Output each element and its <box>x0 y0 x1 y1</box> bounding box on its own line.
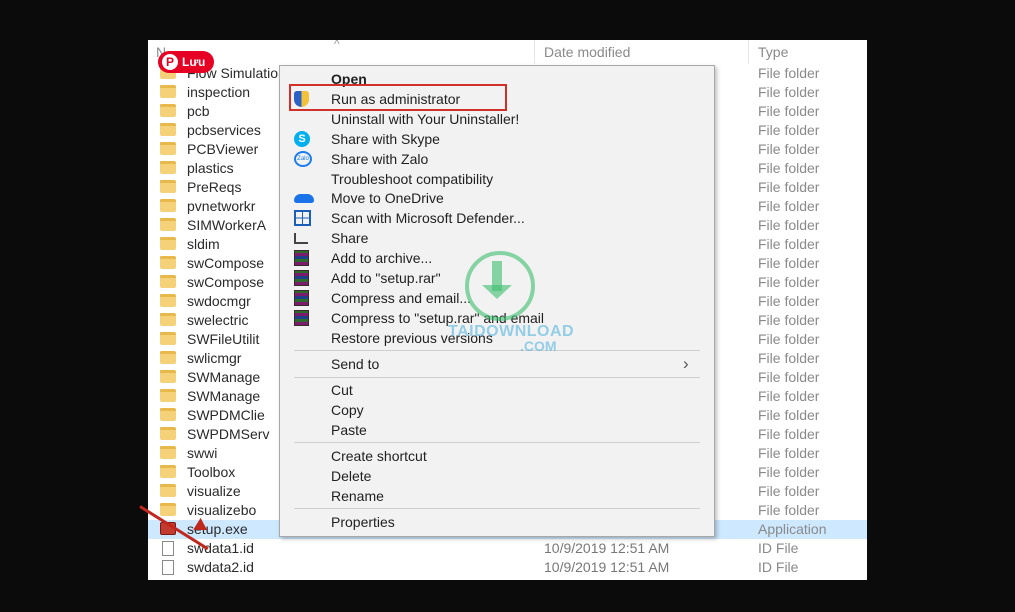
menu-item-copy[interactable]: Copy <box>280 400 714 420</box>
menu-item-move-onedrive[interactable]: Move to OneDrive <box>280 188 714 208</box>
folder-icon <box>160 408 176 421</box>
menu-item-uninstall[interactable]: Uninstall with Your Uninstaller! <box>280 109 714 129</box>
folder-icon <box>160 85 176 98</box>
folder-icon <box>160 446 176 459</box>
menu-item-share-skype[interactable]: S Share with Skype <box>280 129 714 149</box>
folder-icon <box>160 180 176 193</box>
menu-item-share-zalo[interactable]: Zalo Share with Zalo <box>280 149 714 169</box>
menu-separator <box>294 377 700 378</box>
folder-icon <box>160 199 176 212</box>
file-icon <box>162 560 174 575</box>
folder-icon <box>160 161 176 174</box>
winrar-icon <box>294 250 309 266</box>
column-divider <box>534 40 535 64</box>
menu-item-compress-email[interactable]: Compress and email... <box>280 288 714 308</box>
folder-icon <box>160 503 176 516</box>
menu-item-create-shortcut[interactable]: Create shortcut <box>280 446 714 466</box>
winrar-icon <box>294 310 309 326</box>
folder-icon <box>160 104 176 117</box>
menu-item-rename[interactable]: Rename <box>280 486 714 506</box>
onedrive-icon <box>294 194 314 203</box>
menu-item-delete[interactable]: Delete <box>280 466 714 486</box>
menu-item-restore-versions[interactable]: Restore previous versions <box>280 328 714 348</box>
folder-icon <box>160 237 176 250</box>
highlight-box <box>289 84 507 111</box>
menu-separator <box>294 350 700 351</box>
menu-item-cut[interactable]: Cut <box>280 380 714 400</box>
menu-separator <box>294 442 700 443</box>
context-menu: Open Run as administrator Uninstall with… <box>279 65 715 537</box>
sort-caret-icon: ^ <box>334 40 340 51</box>
menu-item-add-to-archive[interactable]: Add to archive... <box>280 248 714 268</box>
folder-icon <box>160 142 176 155</box>
folder-icon <box>160 275 176 288</box>
pinterest-icon: P <box>162 54 178 70</box>
folder-icon <box>160 123 176 136</box>
winrar-icon <box>294 270 309 286</box>
pinterest-save-button[interactable]: P Lưu <box>158 51 214 73</box>
file-icon <box>162 541 174 556</box>
folder-icon <box>160 332 176 345</box>
folder-icon <box>160 427 176 440</box>
folder-icon <box>160 313 176 326</box>
folder-icon <box>160 465 176 478</box>
folder-icon <box>160 218 176 231</box>
menu-item-share[interactable]: Share <box>280 228 714 248</box>
menu-item-paste[interactable]: Paste <box>280 420 714 440</box>
folder-icon <box>160 389 176 402</box>
menu-item-compress-setup-email[interactable]: Compress to "setup.rar" and email <box>280 308 714 328</box>
menu-item-add-to-setup-rar[interactable]: Add to "setup.rar" <box>280 268 714 288</box>
folder-icon <box>160 294 176 307</box>
skype-icon: S <box>294 131 310 147</box>
menu-item-troubleshoot[interactable]: Troubleshoot compatibility <box>280 169 714 189</box>
menu-separator <box>294 508 700 509</box>
folder-icon <box>160 256 176 269</box>
file-row[interactable]: swdata1.id 10/9/2019 12:51 AM ID File <box>148 539 867 558</box>
chevron-right-icon: › <box>683 354 689 373</box>
folder-icon <box>160 484 176 497</box>
folder-icon <box>160 351 176 364</box>
defender-icon <box>294 210 311 226</box>
menu-item-properties[interactable]: Properties <box>280 512 714 532</box>
share-icon <box>294 233 308 244</box>
column-date-modified-header[interactable]: Date modified <box>544 44 630 60</box>
zalo-icon: Zalo <box>294 151 312 167</box>
column-header: N ^ Date modified Type <box>148 40 867 64</box>
column-type-header[interactable]: Type <box>758 44 788 60</box>
menu-item-scan-defender[interactable]: Scan with Microsoft Defender... <box>280 208 714 228</box>
folder-icon <box>160 370 176 383</box>
file-row[interactable]: swdata2.id 10/9/2019 12:51 AM ID File <box>148 558 867 577</box>
menu-item-send-to[interactable]: Send to › <box>280 354 714 374</box>
column-divider <box>748 40 749 64</box>
winrar-icon <box>294 290 309 306</box>
